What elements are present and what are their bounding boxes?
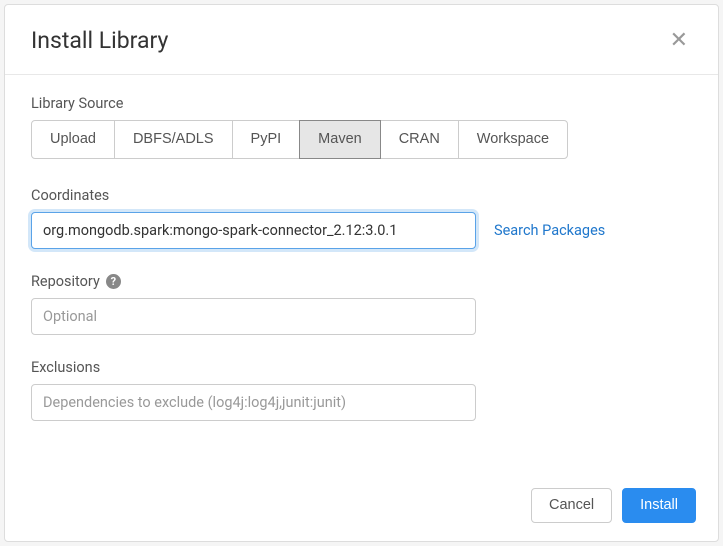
source-tab-pypi[interactable]: PyPI [232,120,301,159]
repository-block: Repository ? [31,273,692,335]
repository-input[interactable] [31,298,476,335]
coordinates-block: Coordinates Search Packages [31,187,692,249]
help-icon[interactable]: ? [106,274,121,289]
search-packages-link[interactable]: Search Packages [494,222,605,239]
repository-label: Repository ? [31,273,692,290]
close-icon[interactable]: ✕ [666,27,692,53]
source-tab-workspace[interactable]: Workspace [458,120,568,159]
install-button[interactable]: Install [622,488,696,523]
source-tab-dbfs-adls[interactable]: DBFS/ADLS [114,120,233,159]
coordinates-label: Coordinates [31,187,692,204]
modal-header: Install Library ✕ [5,5,718,75]
library-source-block: Library Source UploadDBFS/ADLSPyPIMavenC… [31,95,692,159]
modal-title: Install Library [31,27,168,54]
exclusions-label: Exclusions [31,359,692,376]
coordinates-input[interactable] [31,212,476,249]
exclusions-input[interactable] [31,384,476,421]
cancel-button[interactable]: Cancel [531,488,612,523]
modal-body: Library Source UploadDBFS/ADLSPyPIMavenC… [5,75,718,474]
source-tab-maven[interactable]: Maven [299,120,381,159]
source-tab-upload[interactable]: Upload [31,120,115,159]
source-tab-cran[interactable]: CRAN [380,120,459,159]
library-source-label: Library Source [31,95,692,112]
install-library-modal: Install Library ✕ Library Source UploadD… [4,4,719,542]
modal-footer: Cancel Install [5,474,718,541]
exclusions-block: Exclusions [31,359,692,421]
library-source-tabs: UploadDBFS/ADLSPyPIMavenCRANWorkspace [31,120,692,159]
repository-label-text: Repository [31,273,100,290]
